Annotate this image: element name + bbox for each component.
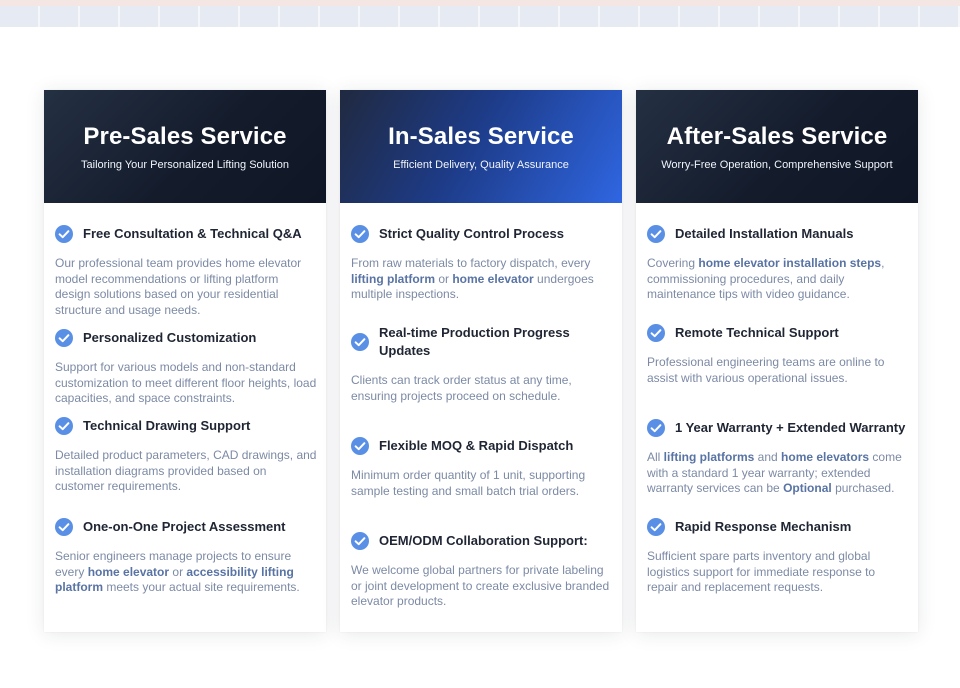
card-title: In-Sales Service	[388, 123, 574, 150]
service-item: Free Consultation & Technical Q&A Our pr…	[55, 225, 317, 318]
check-circle-icon	[647, 518, 665, 536]
card-title: After-Sales Service	[666, 123, 888, 150]
card-subtitle: Tailoring Your Personalized Lifting Solu…	[81, 159, 289, 171]
check-circle-icon	[351, 437, 369, 455]
check-circle-icon	[351, 225, 369, 243]
service-item: Rapid Response Mechanism Sufficient spar…	[647, 518, 909, 596]
highlight-link: home elevator installation steps	[698, 256, 882, 270]
service-item-desc: Our professional team provides home elev…	[55, 256, 302, 317]
highlight-link: Optional	[783, 481, 832, 495]
service-item-title: One-on-One Project Assessment	[83, 519, 286, 534]
service-item: Real-time Production Progress Updates Cl…	[351, 324, 613, 404]
card-subtitle: Efficient Delivery, Quality Assurance	[393, 159, 569, 171]
service-item-title: Technical Drawing Support	[83, 418, 251, 433]
top-banner-strip	[0, 0, 960, 27]
service-item-desc: Detailed product parameters, CAD drawing…	[55, 448, 317, 493]
service-item-title: 1 Year Warranty + Extended Warranty	[675, 420, 906, 435]
card-subtitle: Worry-Free Operation, Comprehensive Supp…	[661, 159, 893, 171]
service-item-title: Detailed Installation Manuals	[675, 226, 854, 241]
service-item: Strict Quality Control Process From raw …	[351, 225, 613, 303]
check-circle-icon	[647, 324, 665, 342]
service-item: Technical Drawing Support Detailed produ…	[55, 417, 317, 495]
service-item-title: Rapid Response Mechanism	[675, 519, 852, 534]
service-item-desc: Minimum order quantity of 1 unit, suppor…	[351, 468, 586, 498]
service-item-title: OEM/ODM Collaboration Support:	[379, 533, 588, 548]
highlight-link: home elevators	[781, 450, 870, 464]
service-item-desc: Support for various models and non-stand…	[55, 360, 317, 405]
service-item-desc: All lifting platforms and home elevators…	[647, 450, 902, 495]
service-item-desc: Senior engineers manage projects to ensu…	[55, 549, 300, 594]
card-header: Pre-Sales Service Tailoring Your Persona…	[44, 90, 326, 203]
after-sales-card: After-Sales Service Worry-Free Operation…	[636, 90, 918, 632]
service-item-title: Free Consultation & Technical Q&A	[83, 226, 302, 241]
check-circle-icon	[55, 329, 73, 347]
check-circle-icon	[55, 417, 73, 435]
card-title: Pre-Sales Service	[83, 123, 287, 150]
service-item: Detailed Installation Manuals Covering h…	[647, 225, 909, 303]
service-item-desc: Professional engineering teams are onlin…	[647, 355, 885, 385]
pre-sales-card: Pre-Sales Service Tailoring Your Persona…	[44, 90, 326, 632]
check-circle-icon	[55, 518, 73, 536]
check-circle-icon	[351, 532, 369, 550]
service-item-title: Real-time Production Progress Updates	[379, 325, 570, 358]
service-item-desc: Sufficient spare parts inventory and glo…	[647, 549, 876, 594]
service-item: Flexible MOQ & Rapid Dispatch Minimum or…	[351, 437, 613, 499]
service-item-title: Flexible MOQ & Rapid Dispatch	[379, 438, 574, 453]
highlight-link: home elevator	[87, 564, 170, 579]
service-item-title: Strict Quality Control Process	[379, 226, 564, 241]
in-sales-card: In-Sales Service Efficient Delivery, Qua…	[340, 90, 622, 632]
service-item-desc: From raw materials to factory dispatch, …	[351, 256, 594, 301]
highlight-link: home elevator	[452, 271, 534, 286]
highlight-link: lifting platform	[351, 271, 435, 286]
check-circle-icon	[55, 225, 73, 243]
card-header: In-Sales Service Efficient Delivery, Qua…	[340, 90, 622, 203]
service-item: Personalized Customization Support for v…	[55, 329, 317, 407]
check-circle-icon	[647, 419, 665, 437]
service-cards: Pre-Sales Service Tailoring Your Persona…	[44, 90, 919, 632]
card-header: After-Sales Service Worry-Free Operation…	[636, 90, 918, 203]
highlight-link: lifting platforms	[663, 450, 755, 464]
service-item-desc: Clients can track order status at any ti…	[351, 373, 572, 403]
service-item-desc: We welcome global partners for private l…	[351, 563, 610, 608]
service-item-title: Remote Technical Support	[675, 325, 839, 340]
service-item-desc: Covering home elevator installation step…	[647, 256, 885, 301]
service-item: 1 Year Warranty + Extended Warranty All …	[647, 419, 909, 497]
service-item: One-on-One Project Assessment Senior eng…	[55, 518, 317, 596]
check-circle-icon	[351, 333, 369, 351]
service-item-title: Personalized Customization	[83, 330, 257, 345]
service-item: OEM/ODM Collaboration Support: We welcom…	[351, 532, 613, 610]
service-item: Remote Technical Support Professional en…	[647, 324, 909, 386]
check-circle-icon	[647, 225, 665, 243]
